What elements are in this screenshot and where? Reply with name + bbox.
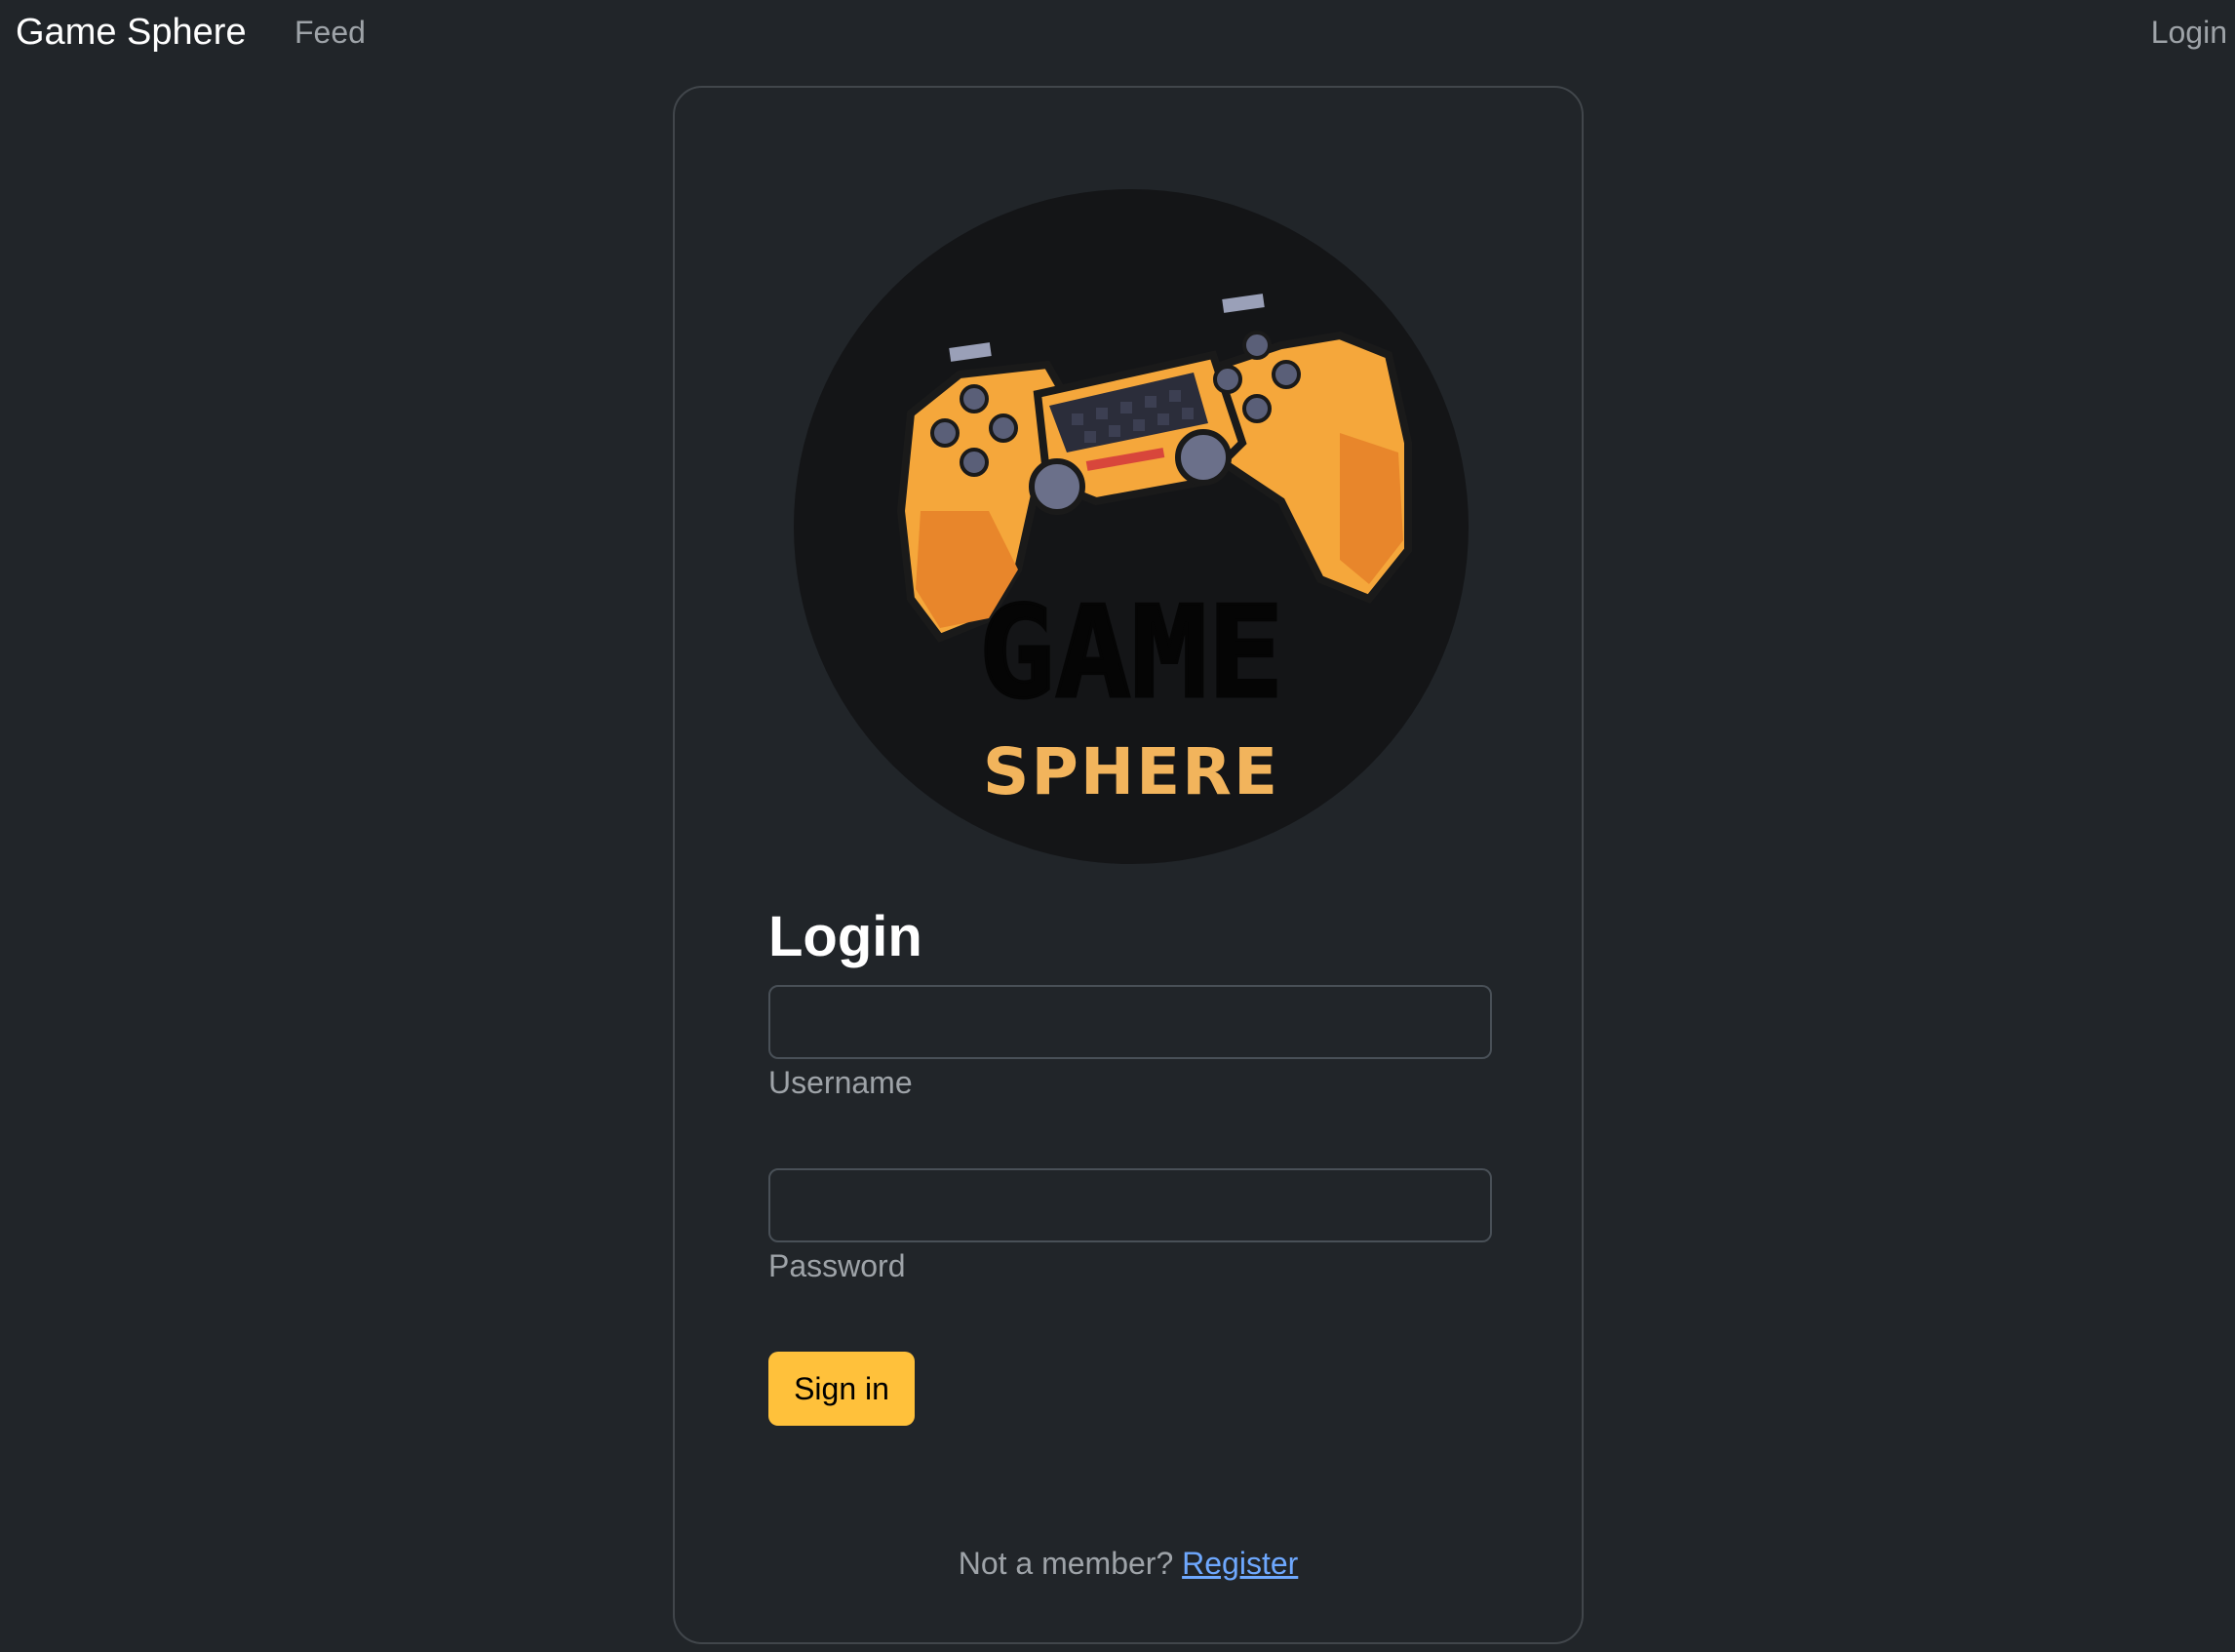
username-field[interactable] [768, 985, 1492, 1059]
login-heading: Login [768, 905, 922, 968]
navbar: Game Sphere Feed Login [0, 0, 2235, 64]
password-label: Password [768, 1248, 906, 1283]
logo-graphic: GAME SPHERE [794, 189, 1469, 864]
sign-in-button[interactable]: Sign in [768, 1352, 915, 1426]
register-prompt-row: Not a member? Register [675, 1543, 1582, 1584]
nav-link-feed[interactable]: Feed [294, 10, 366, 55]
brand-link[interactable]: Game Sphere [16, 10, 247, 55]
logo-text-game: GAME [978, 578, 1283, 727]
logo-text-sphere: SPHERE [983, 734, 1279, 809]
login-card: GAME SPHERE Login Username Password Sign… [673, 86, 1584, 1644]
username-label: Username [768, 1065, 913, 1100]
register-prompt-text: Not a member? [958, 1546, 1174, 1581]
game-sphere-logo: GAME SPHERE [794, 189, 1469, 864]
password-field[interactable] [768, 1168, 1492, 1242]
register-link[interactable]: Register [1182, 1546, 1298, 1581]
nav-link-login[interactable]: Login [2151, 10, 2227, 55]
